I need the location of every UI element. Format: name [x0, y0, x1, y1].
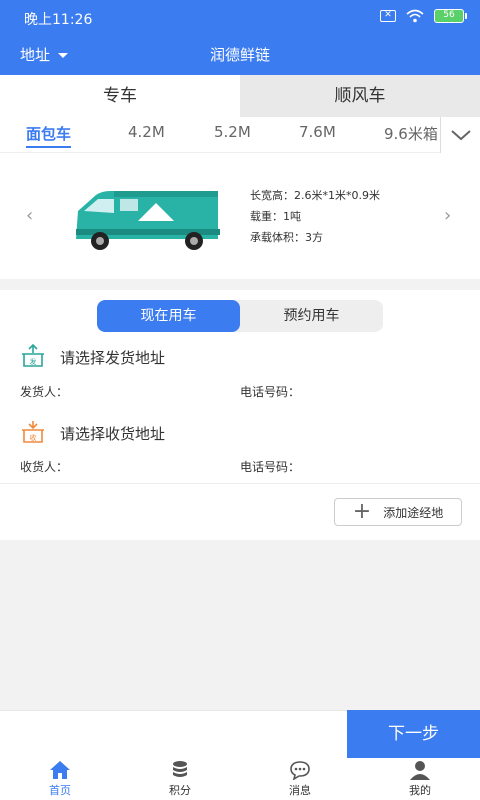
tab-use-now[interactable]: 现在用车	[97, 300, 240, 332]
van-image	[76, 191, 220, 250]
delivery-icon-text: 收	[30, 433, 37, 442]
tab-points-label: 积分	[169, 784, 191, 797]
add-waypoint-label: 添加途经地	[383, 505, 444, 520]
order-form: 现在用车 预约用车 发 请选择发货地址 发货人： 电话号码： 收 请选择收货地址…	[0, 290, 480, 540]
add-waypoint-button[interactable]: + 添加途经地	[334, 498, 462, 526]
delivery-address-prompt: 请选择收货地址	[60, 424, 166, 443]
tab-messages-label: 消息	[289, 784, 311, 797]
vehicle-type-van[interactable]: 面包车	[26, 123, 72, 148]
tab-profile[interactable]: 我的	[360, 760, 480, 800]
next-arrow-icon[interactable]: ›	[444, 205, 451, 226]
wifi-icon	[406, 9, 424, 23]
tab-messages[interactable]: 消息	[240, 760, 360, 800]
pickup-address-row[interactable]: 发 请选择发货地址	[20, 344, 165, 370]
status-time: 晚上11:26	[24, 12, 93, 28]
sender-phone-label[interactable]: 电话号码：	[240, 383, 300, 400]
receiver-phone-label[interactable]: 电话号码：	[240, 458, 300, 475]
divider	[0, 483, 480, 484]
tab-dedicated[interactable]: 专车	[0, 75, 240, 117]
pickup-icon-text: 发	[30, 357, 37, 366]
sim-icon: ✕	[380, 10, 396, 22]
expand-vehicle-types-button[interactable]	[440, 117, 480, 153]
battery-icon: 56	[434, 9, 467, 23]
tab-points[interactable]: 积分	[120, 760, 240, 800]
vehicle-dimensions: 长宽高：2.6米*1米*0.9米	[250, 189, 380, 202]
page-title: 润德鲜链	[209, 46, 270, 64]
chevron-down-icon	[450, 130, 471, 141]
coins-icon	[173, 761, 187, 777]
vehicle-type-9-6m[interactable]: 9.6米箱	[384, 123, 438, 144]
status-icons: ✕ 56	[380, 9, 467, 23]
tab-home[interactable]: 首页	[0, 760, 120, 800]
vehicle-load: 载重：1吨	[250, 210, 301, 223]
bottom-tab-bar: 首页 积分 消息 我的	[0, 760, 480, 800]
service-tabs: 专车 顺风车	[0, 75, 480, 117]
pickup-box-icon: 发	[22, 344, 44, 367]
vehicle-specs: 长宽高：2.6米*1米*0.9米 载重：1吨 承载体积：3方	[250, 185, 380, 248]
plus-icon: +	[352, 499, 372, 524]
user-icon	[410, 761, 430, 780]
sender-label[interactable]: 发货人：	[20, 383, 68, 400]
tab-carpool[interactable]: 顺风车	[240, 75, 480, 117]
top-bar: 晚上11:26 ✕ 56 地址 润德鲜链	[0, 0, 480, 75]
message-icon	[290, 761, 310, 780]
vehicle-type-tabs: 面包车 4.2M 5.2M 7.6M 9.6米箱	[0, 117, 480, 153]
next-step-button[interactable]: 下一步	[347, 710, 480, 758]
vehicle-volume: 承载体积：3方	[250, 231, 323, 244]
home-icon	[50, 761, 70, 779]
receiver-label[interactable]: 收货人：	[20, 458, 68, 475]
delivery-address-row[interactable]: 收 请选择收货地址	[20, 420, 165, 446]
tab-profile-label: 我的	[409, 784, 431, 797]
pickup-address-prompt: 请选择发货地址	[60, 348, 166, 367]
vehicle-type-7-6m[interactable]: 7.6M	[299, 123, 336, 141]
prev-arrow-icon[interactable]: ‹	[26, 205, 33, 226]
delivery-box-icon: 收	[22, 421, 44, 443]
tab-home-label: 首页	[49, 784, 71, 797]
vehicle-type-4-2m[interactable]: 4.2M	[128, 123, 165, 141]
vehicle-card: ‹ 长宽高：2.6米*1米*0.9米 载重：1吨 承载体积：3方 ›	[0, 153, 480, 279]
status-bar: 晚上11:26 ✕ 56	[0, 0, 480, 34]
vehicle-type-5-2m[interactable]: 5.2M	[214, 123, 251, 141]
app-header: 地址 润德鲜链	[0, 34, 480, 75]
time-mode-toggle: 现在用车 预约用车	[97, 300, 383, 332]
tab-reserve[interactable]: 预约用车	[240, 300, 383, 332]
